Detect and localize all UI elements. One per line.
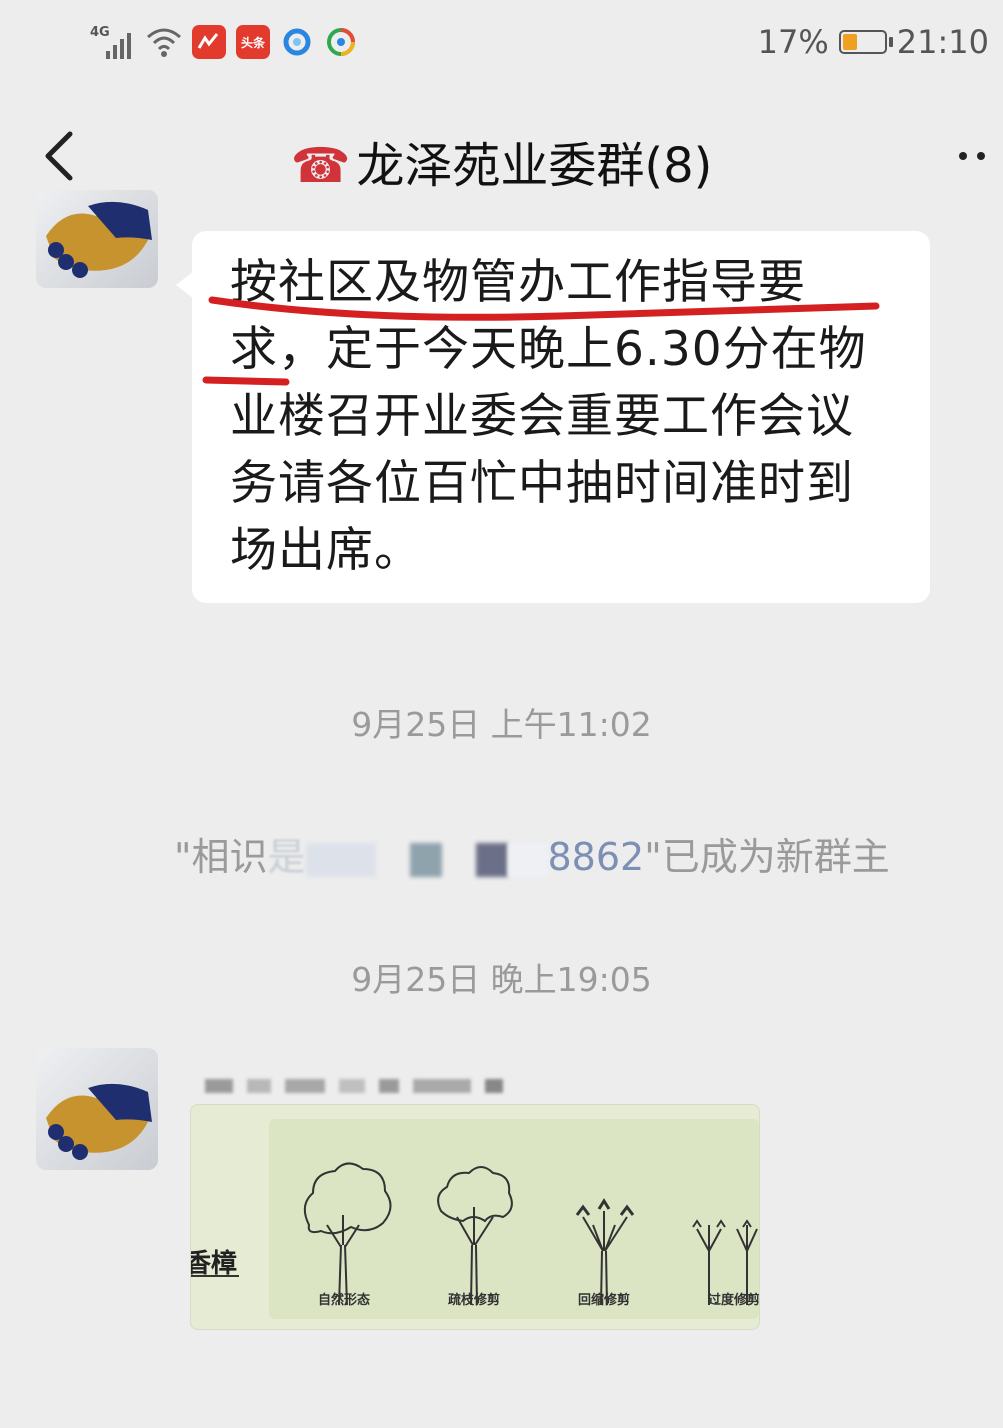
system-message-prefix: "相识 (174, 835, 268, 879)
group-name: 龙泽苑业委群(8) (356, 138, 713, 194)
message-line: 务请各位百忙中抽时间准时到 (230, 456, 854, 511)
sender-avatar[interactable] (36, 1048, 158, 1170)
message-line: 求，定于今天晚上6.30分在物 (230, 322, 867, 377)
tree-label: 自然形态 (317, 1293, 370, 1308)
news-app-icon (324, 25, 358, 59)
tree-natural-icon (303, 1162, 392, 1305)
telephone-icon: ☎ (290, 138, 351, 194)
message-line: 场出席。 (230, 523, 422, 578)
wifi-icon (147, 28, 181, 57)
redacted-block (409, 842, 442, 877)
sender-name-redacted (205, 1068, 503, 1104)
timestamp: 9月25日 上午11:02 (351, 705, 652, 744)
cellular-signal-icon: 4G (90, 25, 136, 59)
sender-avatar[interactable] (36, 190, 158, 288)
tree-thinning-icon (437, 1166, 513, 1305)
status-icons-right: 17% 21:10 (758, 20, 989, 64)
status-bar: 4G 头条 17% 21:10 (0, 0, 1003, 86)
tree-label: 过度修剪 (707, 1293, 760, 1308)
redacted-block (305, 842, 376, 877)
tree-overpruned-icon (692, 1219, 758, 1305)
system-message-tail: "已成为新群主 (644, 835, 890, 879)
message-line: 按社区及物管办工作指导要 (230, 255, 806, 310)
clock: 21:10 (896, 23, 989, 61)
system-message-visible-digits: 8862 (547, 835, 645, 879)
partial-char: 是 (267, 835, 306, 879)
tree-label: 疏枝修剪 (447, 1293, 500, 1308)
timestamp: 9月25日 晚上19:05 (351, 960, 652, 999)
browser-app-icon (280, 25, 314, 59)
redacted-block (507, 842, 548, 877)
stock-app-icon (192, 25, 226, 59)
tree-cutback-icon (575, 1198, 635, 1305)
status-icons-left: 4G 头条 (90, 22, 358, 62)
system-message: "相识是 8862"已成为新群主 (174, 826, 890, 880)
image-message[interactable]: 香樟 自然形态 疏枝修剪 回缩修剪 过度修剪 (190, 1104, 760, 1330)
tree-pruning-image: 自然形态 疏枝修剪 回缩修剪 过度修剪 (269, 1119, 759, 1319)
battery-icon (838, 30, 893, 54)
toutiao-app-icon: 头条 (236, 25, 270, 59)
message-line: 业楼召开业委会重要工作会议 (230, 389, 854, 444)
battery-percent: 17% (757, 23, 829, 61)
redacted-block (475, 842, 508, 877)
chat-title: ☎ 龙泽苑业委群(8) (0, 126, 1003, 196)
more-options-icon[interactable] (959, 146, 999, 166)
tree-label: 回缩修剪 (577, 1293, 630, 1308)
message-bubble[interactable]: 按社区及物管办工作指导要 求，定于今天晚上6.30分在物 业楼召开业委会重要工作… (176, 231, 930, 603)
image-side-underline (191, 1275, 239, 1277)
message-text: 按社区及物管办工作指导要 求，定于今天晚上6.30分在物 业楼召开业委会重要工作… (230, 249, 900, 584)
